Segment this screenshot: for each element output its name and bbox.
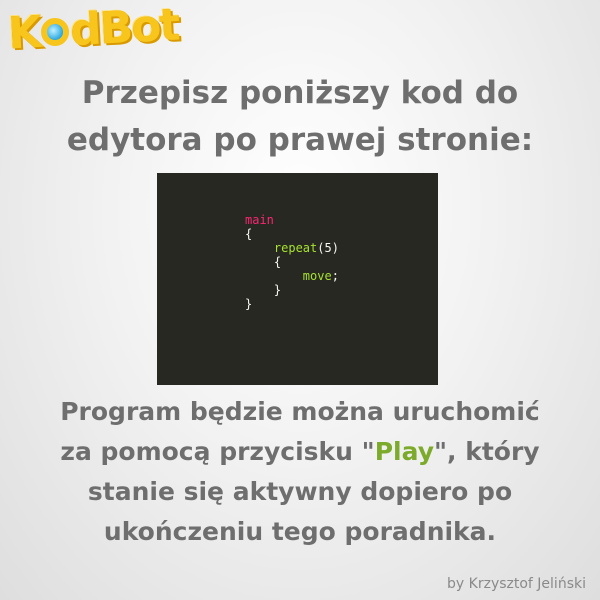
description-line-1: Program będzie można uruchomić (60, 397, 540, 426)
logo-ring-icon (40, 17, 70, 47)
heading-line-2: edytora po prawej stronie: (66, 122, 534, 158)
code-move-function: move (302, 269, 332, 283)
description-line-4: ukończeniu tego poradnika. (103, 517, 497, 546)
code-line-close2: } (273, 283, 282, 297)
code-main-keyword: main (245, 213, 274, 227)
description-line-3: stanie się aktywny dopiero po (87, 477, 513, 506)
kodbot-logo: KdBot (6, 0, 180, 60)
code-repeat-count: 5 (324, 241, 332, 255)
play-word: Play (374, 437, 434, 466)
code-repeat-function: repeat (273, 241, 318, 255)
author-credit: by Krzysztof Jeliński (447, 576, 586, 592)
code-line-main: main (245, 213, 438, 227)
description-text: Program będzie można uruchomić za pomocą… (0, 392, 600, 552)
code-line-open1: { (245, 227, 253, 241)
instruction-heading: Przepisz poniższy kod do edytora po praw… (0, 70, 600, 164)
code-line-repeat: repeat(5) (273, 241, 339, 255)
code-snippet: main{ repeat(5) { move; }} (157, 173, 438, 385)
description-line-2: za pomocą przycisku "Play", który (60, 437, 540, 466)
heading-line-1: Przepisz poniższy kod do (81, 75, 519, 111)
code-line-open2: { (273, 255, 282, 269)
code-line-move: move; (302, 269, 339, 283)
code-line-close1: } (245, 297, 253, 311)
